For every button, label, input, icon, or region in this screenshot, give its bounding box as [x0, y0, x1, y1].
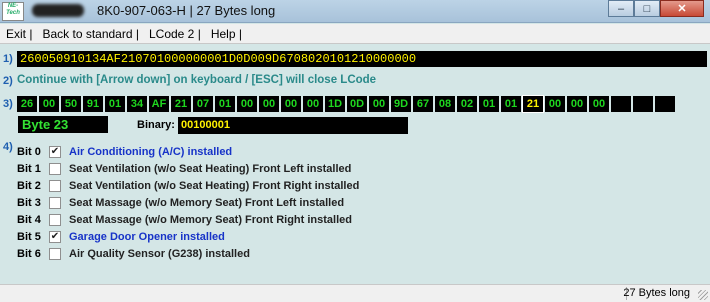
menu-bar: Exit | Back to standard | LCode 2 | Help…: [0, 24, 710, 44]
bit-name: Bit 1: [17, 162, 41, 175]
bit-description: Air Quality Sensor (G238) installed: [69, 247, 250, 260]
bit-row: Bit 4 Seat Massage (w/o Memory Seat) Fron…: [17, 211, 352, 228]
byte-cell[interactable]: 26: [17, 96, 37, 112]
bit-checkbox[interactable]: [49, 179, 61, 192]
maximize-button[interactable]: □: [634, 0, 660, 17]
byte-cell[interactable]: [633, 96, 653, 112]
byte-cell[interactable]: 00: [281, 96, 301, 112]
minimize-button[interactable]: –: [608, 0, 634, 17]
step-label-1: 1): [3, 53, 13, 65]
byte-cell[interactable]: 00: [589, 96, 609, 112]
menu-back-to-standard[interactable]: Back to standard |: [36, 27, 143, 41]
menu-lcode2[interactable]: LCode 2 |: [143, 27, 205, 41]
bit-description: Air Conditioning (A/C) installed: [69, 145, 233, 158]
bit-description: Seat Ventilation (w/o Seat Heating) Fron…: [69, 162, 352, 175]
bit-name: Bit 3: [17, 196, 41, 209]
byte-cell[interactable]: AF: [149, 96, 169, 112]
bit-description: Seat Massage (w/o Memory Seat) Front Rig…: [69, 213, 352, 226]
bit-name: Bit 0: [17, 145, 41, 158]
byte-cell[interactable]: 9D: [391, 96, 411, 112]
byte-cell[interactable]: 21: [171, 96, 191, 112]
resize-grip-icon[interactable]: [698, 290, 708, 300]
redacted-area: [32, 4, 84, 17]
bit-checkbox[interactable]: [49, 247, 61, 260]
step-label-3: 3): [3, 98, 13, 110]
byte-cell[interactable]: 07: [193, 96, 213, 112]
byte-cell[interactable]: 01: [501, 96, 521, 112]
bit-checkbox[interactable]: [49, 162, 61, 175]
bit-row: Bit 2 Seat Ventilation (w/o Seat Heating)…: [17, 177, 359, 194]
byte-cell[interactable]: 0D: [347, 96, 367, 112]
byte-cell[interactable]: [611, 96, 631, 112]
byte-cell-selected[interactable]: 21: [522, 95, 544, 113]
byte-cell[interactable]: 01: [479, 96, 499, 112]
bit-row: Bit 5 ✔ Garage Door Opener installed: [17, 228, 225, 245]
byte-cell[interactable]: 00: [369, 96, 389, 112]
menu-exit[interactable]: Exit |: [0, 27, 36, 41]
bit-checkbox[interactable]: ✔: [49, 145, 61, 158]
byte-cell[interactable]: 34: [127, 96, 147, 112]
byte-cell[interactable]: 02: [457, 96, 477, 112]
bit-description: Seat Ventilation (w/o Seat Heating) Fron…: [69, 179, 360, 192]
bit-description: Garage Door Opener installed: [69, 230, 225, 243]
byte-cell[interactable]: 91: [83, 96, 103, 112]
bit-name: Bit 2: [17, 179, 41, 192]
bit-row: Bit 0 ✔ Air Conditioning (A/C) installed: [17, 143, 232, 160]
step-label-2: 2): [3, 75, 13, 87]
byte-cell[interactable]: 50: [61, 96, 81, 112]
step-label-4: 4): [3, 141, 13, 153]
instruction-text: Continue with [Arrow down] on keyboard /…: [17, 74, 377, 86]
title-bar: NE-Tech 8K0-907-063-H | 27 Bytes long – …: [0, 0, 710, 23]
byte-cell[interactable]: 01: [105, 96, 125, 112]
bit-row: Bit 6 Air Quality Sensor (G238) installed: [17, 245, 250, 262]
bit-row: Bit 1 Seat Ventilation (w/o Seat Heating)…: [17, 160, 351, 177]
byte-cell[interactable]: [655, 96, 675, 112]
window-title: 8K0-907-063-H | 27 Bytes long: [97, 3, 276, 18]
byte-cell[interactable]: 00: [545, 96, 565, 112]
byte-cell[interactable]: 00: [39, 96, 59, 112]
window-controls: – □ ✕: [608, 0, 704, 18]
bit-name: Bit 5: [17, 230, 41, 243]
status-text: 27 Bytes long: [623, 287, 690, 299]
bit-name: Bit 4: [17, 213, 41, 226]
bit-checkbox[interactable]: [49, 213, 61, 226]
byte-cell[interactable]: 08: [435, 96, 455, 112]
byte-cells: 26 00 50 91 01 34 AF 21 07 01 00 00 00 00 1D 0D 00 9D 67 08…: [17, 95, 677, 113]
coding-string-field[interactable]: 260050910134AF210701000000001D0D009D6708…: [17, 51, 707, 67]
close-button[interactable]: ✕: [660, 0, 704, 17]
binary-value: 00100001: [178, 117, 408, 134]
byte-cell[interactable]: 00: [303, 96, 323, 112]
menu-help[interactable]: Help |: [205, 27, 246, 41]
byte-cell[interactable]: 1D: [325, 96, 345, 112]
byte-cell[interactable]: 00: [237, 96, 257, 112]
bit-description: Seat Massage (w/o Memory Seat) Front Lef…: [69, 196, 345, 209]
status-bar: 27 Bytes long: [0, 284, 710, 302]
byte-cell[interactable]: 00: [259, 96, 279, 112]
bit-checkbox[interactable]: [49, 196, 61, 209]
bit-row: Bit 3 Seat Massage (w/o Memory Seat) Fron…: [17, 194, 344, 211]
binary-label: Binary:: [137, 119, 175, 131]
selected-byte-label: Byte 23: [18, 116, 108, 133]
app-logo-icon: NE-Tech: [2, 2, 24, 21]
byte-cell[interactable]: 00: [567, 96, 587, 112]
bit-name: Bit 6: [17, 247, 41, 260]
byte-cell[interactable]: 67: [413, 96, 433, 112]
byte-cell[interactable]: 01: [215, 96, 235, 112]
bit-checkbox[interactable]: ✔: [49, 230, 61, 243]
